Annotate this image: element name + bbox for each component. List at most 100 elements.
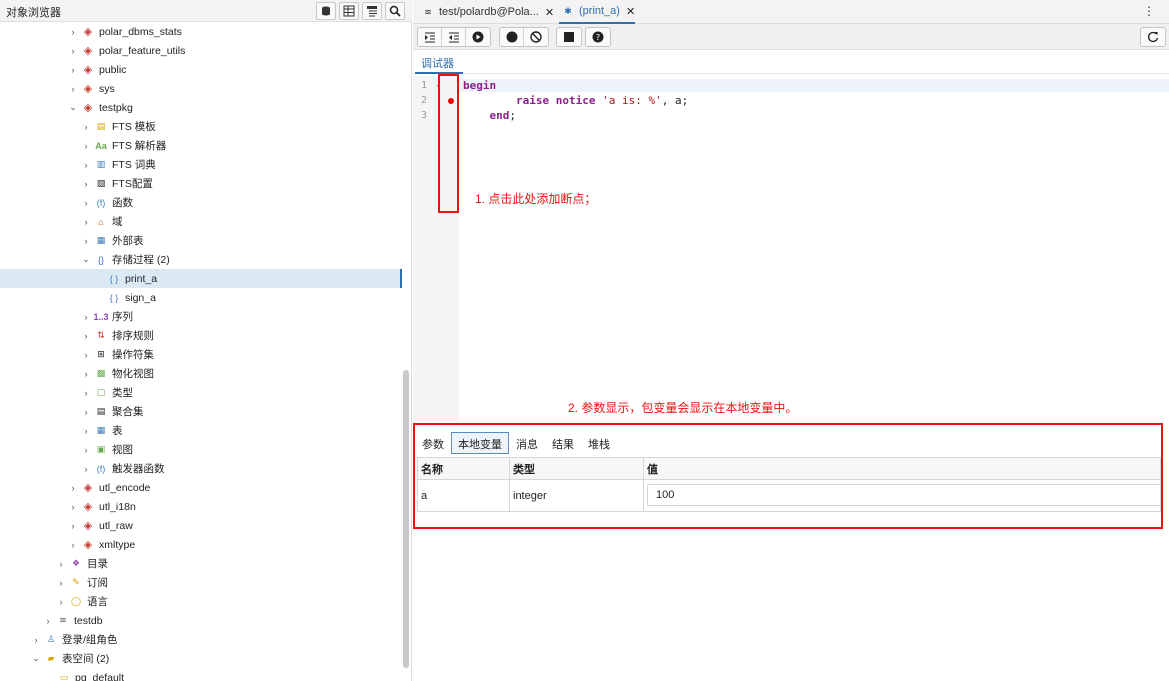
tree-item-languages[interactable]: › ◯ 语言: [0, 592, 402, 611]
continue-icon[interactable]: [466, 28, 490, 46]
tree-item-print-a[interactable]: { } print_a: [0, 269, 402, 288]
tree-item-functions[interactable]: › (f) 函数: [0, 193, 402, 212]
chevron-down-icon[interactable]: ⌄: [67, 102, 79, 113]
tab-stack[interactable]: 堆栈: [581, 432, 617, 454]
tree-item-utl-encode[interactable]: › ◈ utl_encode: [0, 478, 402, 497]
more-options-icon[interactable]: ⋮: [1143, 4, 1155, 18]
chevron-right-icon[interactable]: ›: [67, 65, 79, 75]
chevron-right-icon[interactable]: ›: [80, 426, 92, 436]
tree-item-fts-dictionary[interactable]: › ▥ FTS 词典: [0, 155, 402, 174]
tab-messages[interactable]: 消息: [509, 432, 545, 454]
code-editor[interactable]: 1 2 3 ⌄ begin raise notice 'a is: %', a;…: [413, 76, 1169, 421]
chevron-right-icon[interactable]: ›: [30, 635, 42, 645]
chevron-right-icon[interactable]: ›: [80, 217, 92, 227]
tree-item-trigger-functions[interactable]: › (f) 触发器函数: [0, 459, 402, 478]
chevron-right-icon[interactable]: ›: [80, 350, 92, 360]
tree-item-procedures[interactable]: ⌄ {} 存储过程 (2): [0, 250, 402, 269]
tree-item-polar-feature-utils[interactable]: › ◈ polar_feature_utils: [0, 41, 402, 60]
tree-item-utl-i18n[interactable]: › ◈ utl_i18n: [0, 497, 402, 516]
tree-item-tablespaces[interactable]: ⌄ ▰ 表空间 (2): [0, 649, 402, 668]
close-icon[interactable]: ✕: [626, 5, 635, 18]
tree-item-sign-a[interactable]: { } sign_a: [0, 288, 402, 307]
database-icon[interactable]: [316, 2, 336, 20]
code-area[interactable]: begin raise notice 'a is: %', a; end;: [459, 76, 1169, 421]
chevron-right-icon[interactable]: ›: [67, 483, 79, 493]
operator-icon: ⊞: [97, 349, 105, 359]
chevron-right-icon[interactable]: ›: [55, 597, 67, 607]
tree-item-sys[interactable]: › ◈ sys: [0, 79, 402, 98]
tree-item-utl-raw[interactable]: › ◈ utl_raw: [0, 516, 402, 535]
tab-results[interactable]: 结果: [545, 432, 581, 454]
chevron-right-icon[interactable]: ›: [80, 179, 92, 189]
tree-item-views[interactable]: › ▣ 视图: [0, 440, 402, 459]
chevron-right-icon[interactable]: ›: [67, 84, 79, 94]
tree-item-testpkg[interactable]: ⌄ ◈ testpkg: [0, 98, 402, 117]
object-tree: › ◈ polar_dbms_stats › ◈ polar_feature_utils…: [0, 22, 402, 681]
chevron-right-icon[interactable]: ›: [67, 540, 79, 550]
tree-item-domains[interactable]: › ⌂ 域: [0, 212, 402, 231]
clear-breakpoints-icon[interactable]: [524, 28, 548, 46]
tree-item-fts-config[interactable]: › ▧ FTS配置: [0, 174, 402, 193]
code-line-3: end;: [489, 109, 517, 122]
chevron-right-icon[interactable]: ›: [80, 160, 92, 170]
tree-item-subscriptions[interactable]: › ✎ 订阅: [0, 573, 402, 592]
chevron-right-icon[interactable]: ›: [80, 198, 92, 208]
object-browser-title: 对象浏览器: [6, 7, 61, 19]
tree-item-operator-families[interactable]: › ⊞ 操作符集: [0, 345, 402, 364]
tree-item-login-roles[interactable]: › ♙ 登录/组角色: [0, 630, 402, 649]
close-icon[interactable]: ✕: [545, 6, 554, 19]
chevron-right-icon[interactable]: ›: [80, 331, 92, 341]
chevron-right-icon[interactable]: ›: [80, 369, 92, 379]
tree-scrollbar[interactable]: [403, 370, 409, 668]
stop-icon[interactable]: [557, 28, 581, 46]
chevron-right-icon[interactable]: ›: [67, 502, 79, 512]
tree-item-materialized-views[interactable]: › ▩ 物化视图: [0, 364, 402, 383]
refresh-icon[interactable]: [1141, 28, 1165, 46]
tree-item-pg-default[interactable]: ▭ pg_default: [0, 668, 402, 681]
chevron-right-icon[interactable]: ›: [80, 312, 92, 322]
step-over-icon[interactable]: [442, 28, 466, 46]
tree-item-label: 存储过程 (2): [112, 254, 170, 266]
chevron-right-icon[interactable]: ›: [80, 122, 92, 132]
table-icon[interactable]: [339, 2, 359, 20]
chevron-right-icon[interactable]: ›: [67, 46, 79, 56]
tree-item-label: testdb: [74, 614, 103, 627]
chevron-right-icon[interactable]: ›: [55, 578, 67, 588]
tab-debugger[interactable]: ✱ (print_a) ✕: [559, 0, 636, 24]
tree-item-aggregates[interactable]: › ▤ 聚合集: [0, 402, 402, 421]
tree-item-catalogs[interactable]: › ❖ 目录: [0, 554, 402, 573]
tab-local-variables[interactable]: 本地变量: [451, 432, 509, 454]
help-icon[interactable]: ?: [586, 28, 610, 46]
tree-item-tables[interactable]: › ▦ 表: [0, 421, 402, 440]
tree-item-polar-dbms-stats[interactable]: › ◈ polar_dbms_stats: [0, 22, 402, 41]
step-into-icon[interactable]: [418, 28, 442, 46]
search-icon[interactable]: [385, 2, 405, 20]
chevron-right-icon[interactable]: ›: [42, 616, 54, 626]
chevron-right-icon[interactable]: ›: [80, 236, 92, 246]
tab-connection[interactable]: ≋ test/polardb@Pola... ✕: [419, 0, 554, 24]
tree-item-sequences[interactable]: › 1..3 序列: [0, 307, 402, 326]
chevron-right-icon[interactable]: ›: [80, 388, 92, 398]
tab-parameters[interactable]: 参数: [415, 432, 451, 454]
chevron-right-icon[interactable]: ›: [80, 464, 92, 474]
query-tool-icon[interactable]: [362, 2, 382, 20]
tree-item-fts-parser[interactable]: › Aa FTS 解析器: [0, 136, 402, 155]
tab-debugger-view[interactable]: 调试器: [421, 55, 454, 71]
chevron-right-icon[interactable]: ›: [67, 521, 79, 531]
chevron-down-icon[interactable]: ⌄: [80, 254, 92, 265]
chevron-right-icon[interactable]: ›: [80, 407, 92, 417]
chevron-right-icon[interactable]: ›: [80, 141, 92, 151]
chevron-right-icon[interactable]: ›: [55, 559, 67, 569]
value-input[interactable]: 100: [647, 484, 1161, 506]
chevron-right-icon[interactable]: ›: [80, 445, 92, 455]
tree-item-collations[interactable]: › ⇅ 排序规则: [0, 326, 402, 345]
toggle-breakpoint-icon[interactable]: [500, 28, 524, 46]
chevron-down-icon[interactable]: ⌄: [30, 653, 42, 664]
chevron-right-icon[interactable]: ›: [67, 27, 79, 37]
tree-item-types[interactable]: › ▢ 类型: [0, 383, 402, 402]
tree-item-public[interactable]: › ◈ public: [0, 60, 402, 79]
tree-item-testdb[interactable]: › ≋ testdb: [0, 611, 402, 630]
tree-item-foreign-tables[interactable]: › ▦ 外部表: [0, 231, 402, 250]
tree-item-xmltype[interactable]: › ◈ xmltype: [0, 535, 402, 554]
tree-item-fts-template[interactable]: › ▤ FTS 模板: [0, 117, 402, 136]
